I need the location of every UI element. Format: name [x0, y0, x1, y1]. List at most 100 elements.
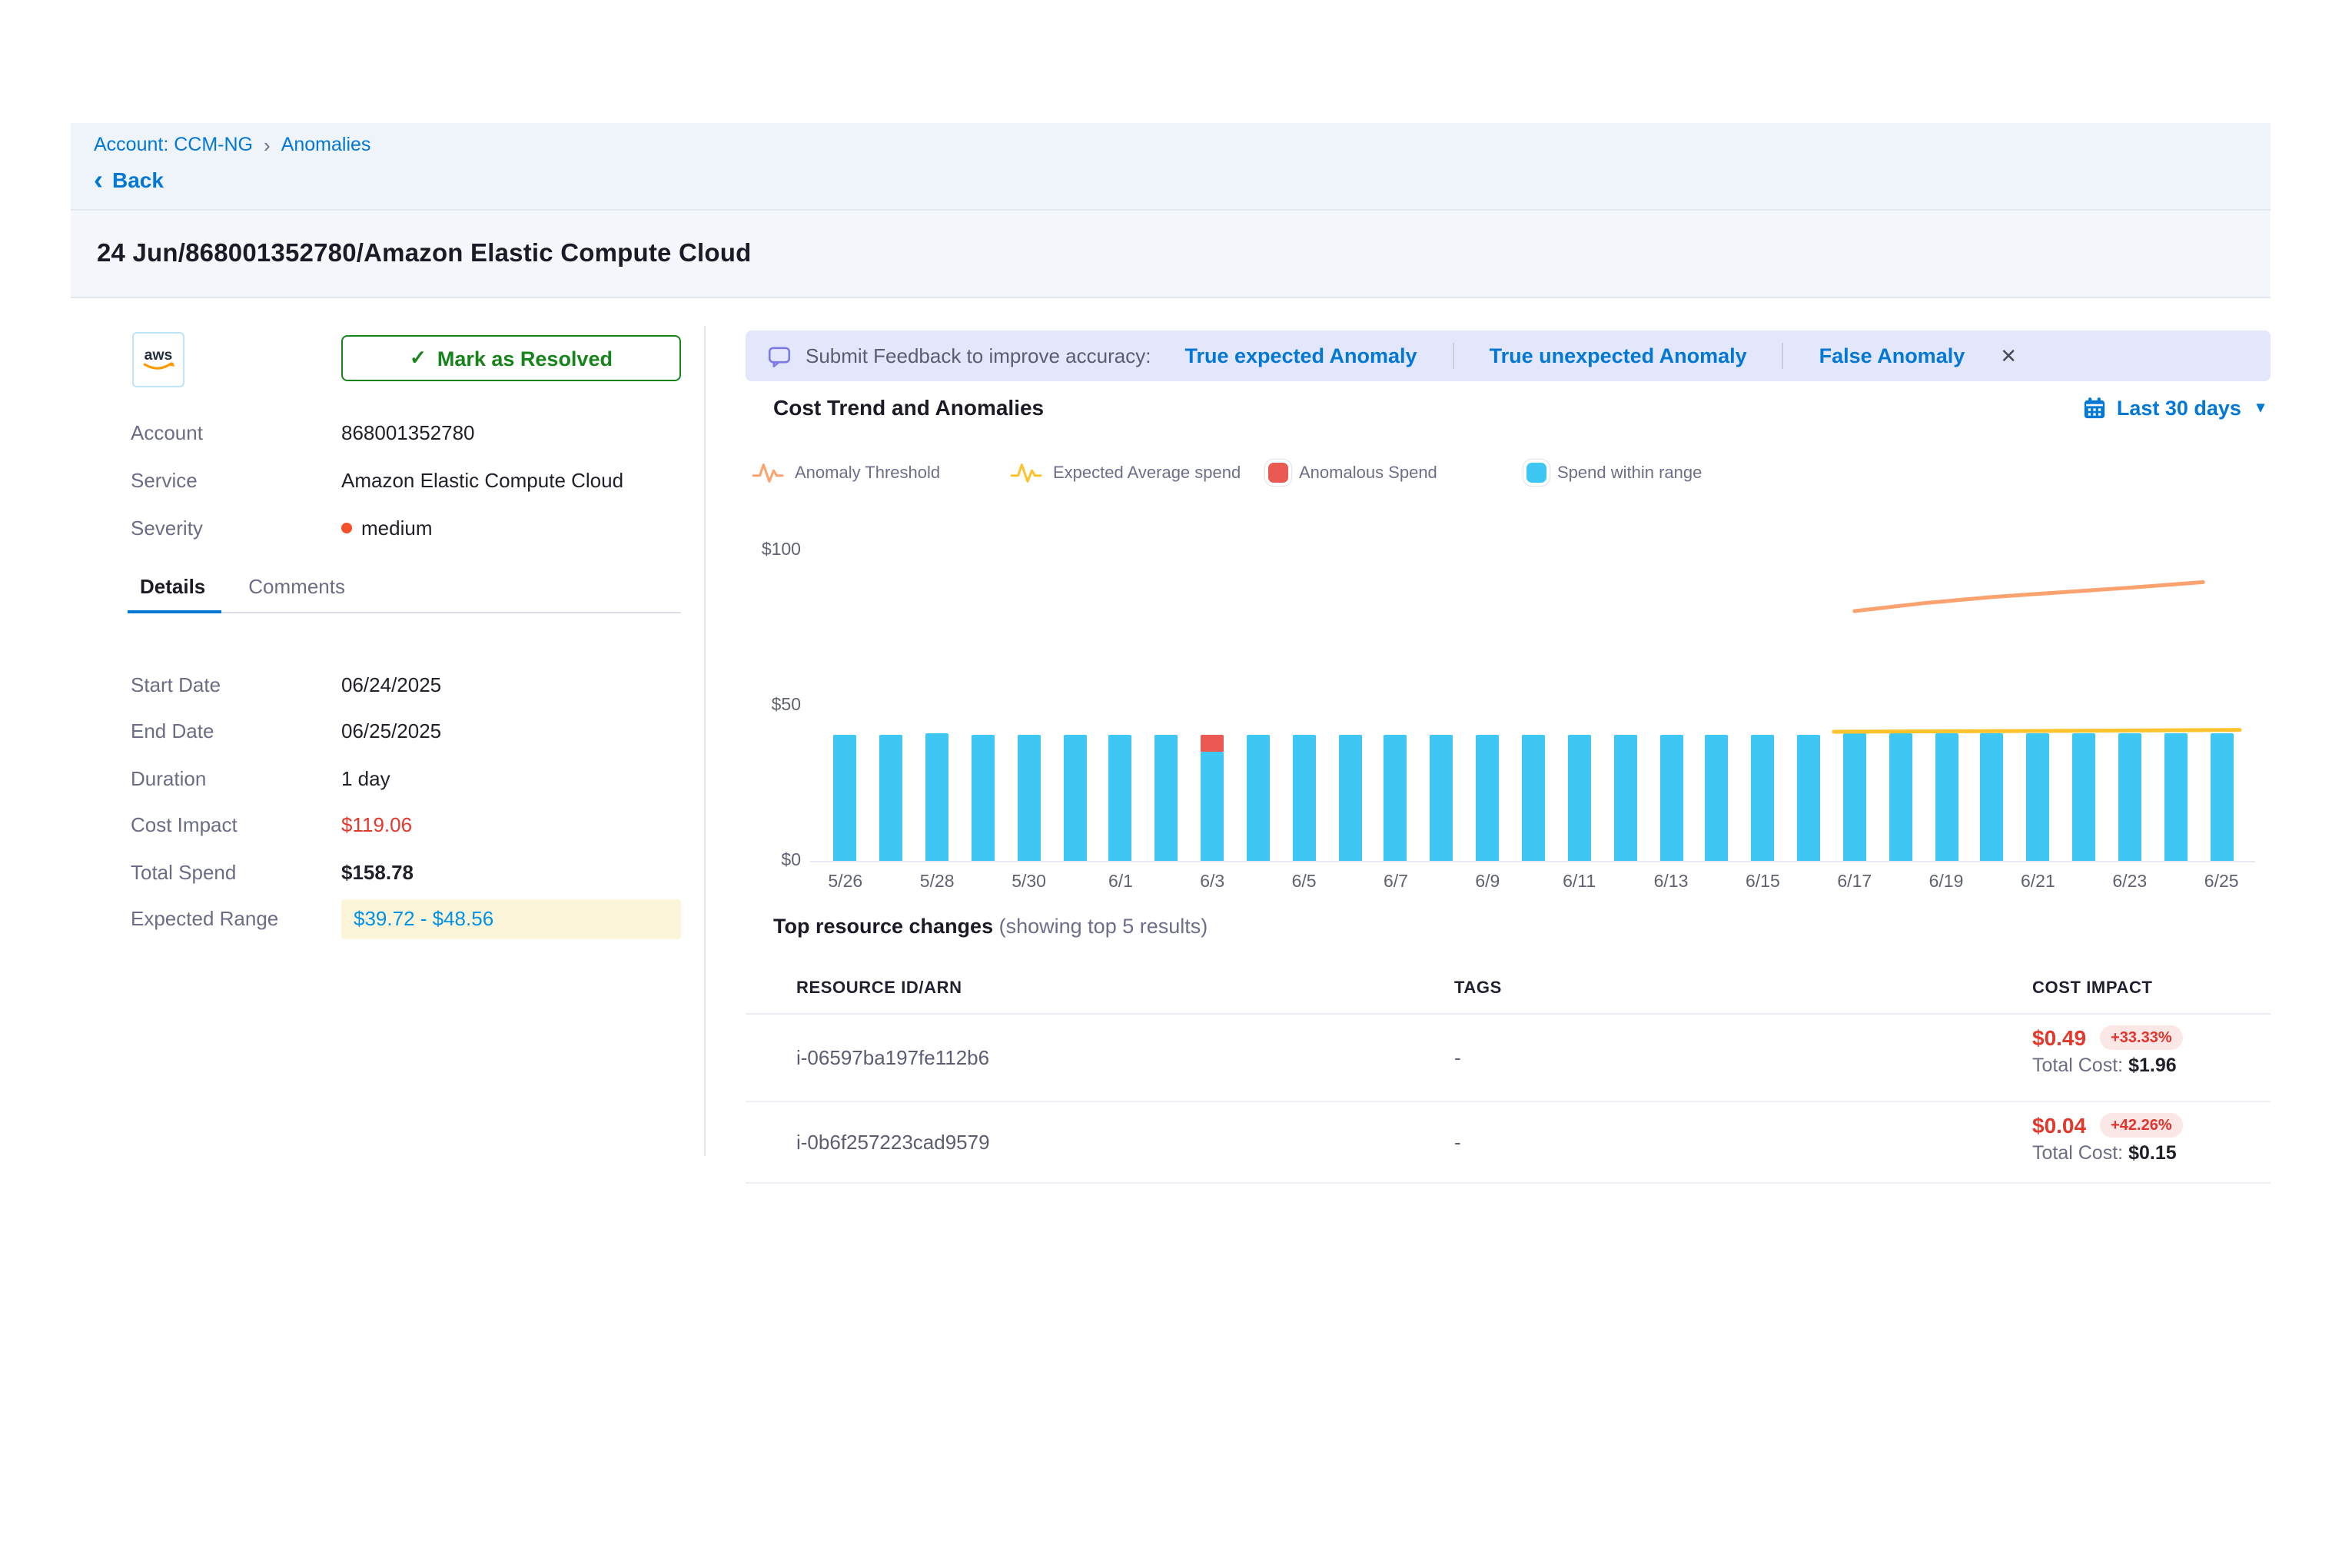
- cost-trend-chart: $0$50$100 5/265/285/306/16/36/56/76/96/1…: [746, 538, 2271, 915]
- expected-range-value: $39.72 - $48.56: [341, 899, 681, 939]
- close-feedback-button[interactable]: ✕: [1997, 343, 2020, 369]
- x-tick-6/9: 6/9: [1475, 873, 1500, 892]
- chart-title: Cost Trend and Anomalies: [773, 395, 1044, 420]
- feedback-false-anomaly-link[interactable]: False Anomaly: [1819, 344, 1965, 367]
- tab-comments[interactable]: Comments: [245, 566, 348, 612]
- anomalous-spend-swatch: [1268, 463, 1288, 483]
- resources-table-header: RESOURCE ID/ARN TAGS COST IMPACT: [746, 938, 2271, 1015]
- details-tabs: Details Comments: [131, 566, 681, 613]
- field-service: Service Amazon Elastic Compute Cloud: [131, 457, 684, 504]
- feedback-true-expected-link[interactable]: True expected Anomaly: [1184, 344, 1417, 367]
- resolve-label: Mark as Resolved: [437, 347, 613, 370]
- field-label: Service: [131, 469, 341, 492]
- detail-label: Total Spend: [131, 861, 341, 884]
- check-icon: ✓: [410, 346, 427, 370]
- x-tick-6/5: 6/5: [1292, 873, 1317, 892]
- resource-tags: -: [1454, 1131, 1461, 1154]
- spend-within-range-swatch: [1526, 463, 1546, 483]
- resources-title: Top resource changes (showing top 5 resu…: [773, 915, 2271, 938]
- anomaly-details-page: Account: CCM-NG › Anomalies ‹ Back 24 Ju…: [0, 0, 2352, 1568]
- detail-value: 06/24/2025: [341, 673, 441, 696]
- close-icon: ✕: [2000, 344, 2017, 367]
- resource-cost-impact: $0.04 +42.26% Total Cost: $0.15: [2032, 1113, 2183, 1164]
- resources-subtitle: (showing top 5 results): [999, 915, 1208, 938]
- back-chevron-icon: ‹: [94, 171, 103, 189]
- detail-value: 06/25/2025: [341, 720, 441, 743]
- calendar-icon: [2083, 396, 2106, 419]
- x-tick-6/11: 6/11: [1563, 873, 1596, 892]
- impact-amount: $0.04: [2032, 1113, 2086, 1138]
- breadcrumb-anomalies-link[interactable]: Anomalies: [281, 134, 371, 155]
- legend-label: Spend within range: [1557, 463, 1702, 482]
- total-cost-value: $0.15: [2128, 1142, 2177, 1164]
- total-cost-value: $1.96: [2128, 1055, 2177, 1076]
- column-resource-id: RESOURCE ID/ARN: [796, 979, 962, 998]
- resources-title-text: Top resource changes: [773, 915, 993, 938]
- x-tick-6/7: 6/7: [1384, 873, 1408, 892]
- severity-value: medium: [361, 517, 433, 540]
- x-tick-6/17: 6/17: [1837, 873, 1872, 892]
- aws-logo-icon: aws: [135, 344, 181, 375]
- threshold-line-icon: [752, 460, 784, 486]
- table-row[interactable]: i-06597ba197fe112b6 - $0.49 +33.33% Tota…: [746, 1015, 2271, 1102]
- aws-logo: aws: [132, 332, 184, 387]
- top-resource-changes: Top resource changes (showing top 5 resu…: [746, 915, 2271, 1184]
- column-tags: TAGS: [1454, 979, 1502, 998]
- detail-duration: Duration 1 day: [131, 755, 684, 802]
- detail-end-date: End Date 06/25/2025: [131, 708, 684, 755]
- total-cost-label: Total Cost:: [2032, 1142, 2123, 1164]
- y-tick-50: $50: [772, 696, 801, 715]
- x-tick-6/23: 6/23: [2112, 873, 2147, 892]
- severity-dot-icon: [341, 523, 352, 533]
- detail-label: Cost Impact: [131, 814, 341, 837]
- lines-layer: [822, 538, 2244, 861]
- x-tick-6/13: 6/13: [1654, 873, 1689, 892]
- severity-badge: medium: [341, 517, 433, 540]
- x-tick-6/1: 6/1: [1108, 873, 1133, 892]
- table-row[interactable]: i-0b6f257223cad9579 - $0.04 +42.26% Tota…: [746, 1102, 2271, 1184]
- back-button[interactable]: ‹ Back: [94, 168, 164, 192]
- x-tick-6/15: 6/15: [1746, 873, 1780, 892]
- field-severity: Severity medium: [131, 504, 684, 552]
- resource-cost-impact: $0.49 +33.33% Total Cost: $1.96: [2032, 1025, 2183, 1076]
- x-tick-6/25: 6/25: [2204, 873, 2239, 892]
- chart-plot: [822, 538, 2244, 861]
- mark-as-resolved-button[interactable]: ✓ Mark as Resolved: [341, 335, 681, 381]
- detail-label: End Date: [131, 720, 341, 743]
- line-expected-average-spend: [1834, 730, 2240, 732]
- breadcrumb-bar: Account: CCM-NG › Anomalies ‹ Back: [71, 123, 2271, 211]
- feedback-true-unexpected-link[interactable]: True unexpected Anomaly: [1490, 344, 1747, 367]
- breadcrumb-account-link[interactable]: Account: CCM-NG: [94, 134, 253, 155]
- legend-anomalous-spend: Anomalous Spend: [1268, 460, 1526, 486]
- chart-legend: Anomaly Threshold Expected Average spend…: [752, 460, 1785, 486]
- title-bar: 24 Jun/868001352780/Amazon Elastic Compu…: [71, 211, 2271, 298]
- legend-label: Anomalous Spend: [1299, 463, 1437, 482]
- tab-details[interactable]: Details: [137, 566, 208, 612]
- date-range-label: Last 30 days: [2117, 396, 2241, 419]
- caret-down-icon: ▾: [2257, 399, 2264, 416]
- page-title: 24 Jun/868001352780/Amazon Elastic Compu…: [97, 239, 751, 268]
- x-tick-6/19: 6/19: [1929, 873, 1964, 892]
- detail-cost-impact: Cost Impact $119.06: [131, 802, 684, 849]
- x-tick-6/3: 6/3: [1200, 873, 1224, 892]
- field-value: Amazon Elastic Compute Cloud: [341, 469, 623, 492]
- legend-anomaly-threshold: Anomaly Threshold: [752, 460, 1010, 486]
- total-cost-label: Total Cost:: [2032, 1055, 2123, 1076]
- feedback-divider: [1453, 343, 1454, 369]
- details-fields: Start Date 06/24/2025 End Date 06/25/202…: [131, 661, 684, 942]
- detail-value: 1 day: [341, 767, 390, 790]
- legend-expected-average: Expected Average spend: [1010, 460, 1268, 486]
- back-label: Back: [112, 168, 164, 192]
- feedback-prompt: Submit Feedback to improve accuracy:: [806, 344, 1151, 367]
- detail-label: Start Date: [131, 673, 341, 696]
- detail-label: Expected Range: [131, 908, 341, 931]
- average-line-icon: [1010, 460, 1042, 486]
- impact-percent-badge: +42.26%: [2100, 1113, 2183, 1138]
- detail-total-spend: Total Spend $158.78: [131, 849, 684, 895]
- legend-label: Expected Average spend: [1053, 463, 1241, 482]
- x-axis-labels: 5/265/285/306/16/36/56/76/96/116/136/156…: [822, 873, 2244, 898]
- detail-expected-range: Expected Range $39.72 - $48.56: [131, 895, 684, 942]
- date-range-selector[interactable]: Last 30 days ▾: [2083, 396, 2264, 419]
- field-label: Severity: [131, 517, 341, 540]
- legend-label: Anomaly Threshold: [795, 463, 940, 482]
